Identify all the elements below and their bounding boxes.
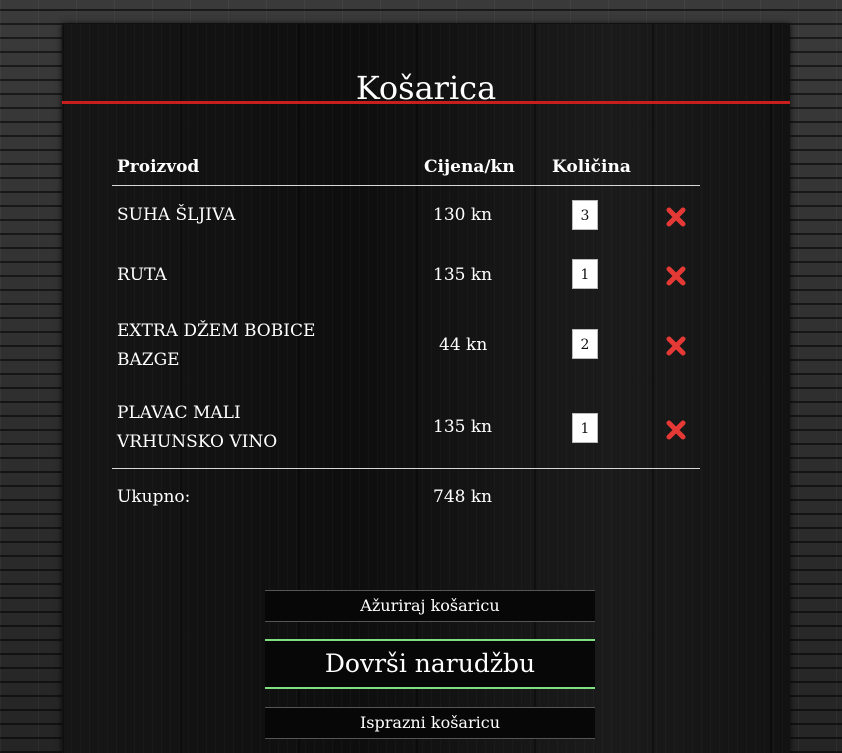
remove-item-icon[interactable]: [666, 266, 686, 286]
product-price: 44 kn: [439, 335, 488, 355]
quantity-input[interactable]: 3: [572, 200, 598, 230]
cart-panel: Košarica Proizvod Cijena/kn Količina SUH…: [62, 24, 790, 753]
total-label: Ukupno:: [117, 487, 191, 507]
product-price: 135 kn: [433, 417, 493, 437]
quantity-input[interactable]: 2: [572, 329, 598, 359]
remove-item-icon[interactable]: [666, 420, 686, 440]
product-name-continued: BAZGE: [117, 350, 180, 370]
quantity-input[interactable]: 1: [572, 413, 598, 443]
header-divider: [112, 185, 700, 186]
product-price: 135 kn: [433, 265, 493, 285]
empty-cart-button[interactable]: Isprazni košaricu: [265, 707, 595, 739]
checkout-button[interactable]: Dovrši narudžbu: [265, 639, 595, 689]
title-divider: [62, 101, 790, 104]
column-header-price: Cijena/kn: [424, 157, 515, 177]
total-divider: [112, 468, 700, 469]
total-value: 748 kn: [433, 487, 493, 507]
column-header-quantity: Količina: [552, 157, 631, 177]
product-name: RUTA: [117, 265, 167, 285]
update-cart-button[interactable]: Ažuriraj košaricu: [265, 590, 595, 622]
remove-item-icon[interactable]: [666, 336, 686, 356]
product-name-continued: VRHUNSKO VINO: [117, 432, 278, 452]
quantity-input[interactable]: 1: [572, 259, 598, 289]
remove-item-icon[interactable]: [666, 207, 686, 227]
column-header-product: Proizvod: [117, 157, 200, 177]
product-price: 130 kn: [433, 205, 493, 225]
product-name: SUHA ŠLJIVA: [117, 205, 236, 225]
product-name: EXTRA DŽEM BOBICE: [117, 321, 316, 341]
page-title: Košarica: [355, 69, 497, 107]
product-name: PLAVAC MALI: [117, 403, 241, 423]
